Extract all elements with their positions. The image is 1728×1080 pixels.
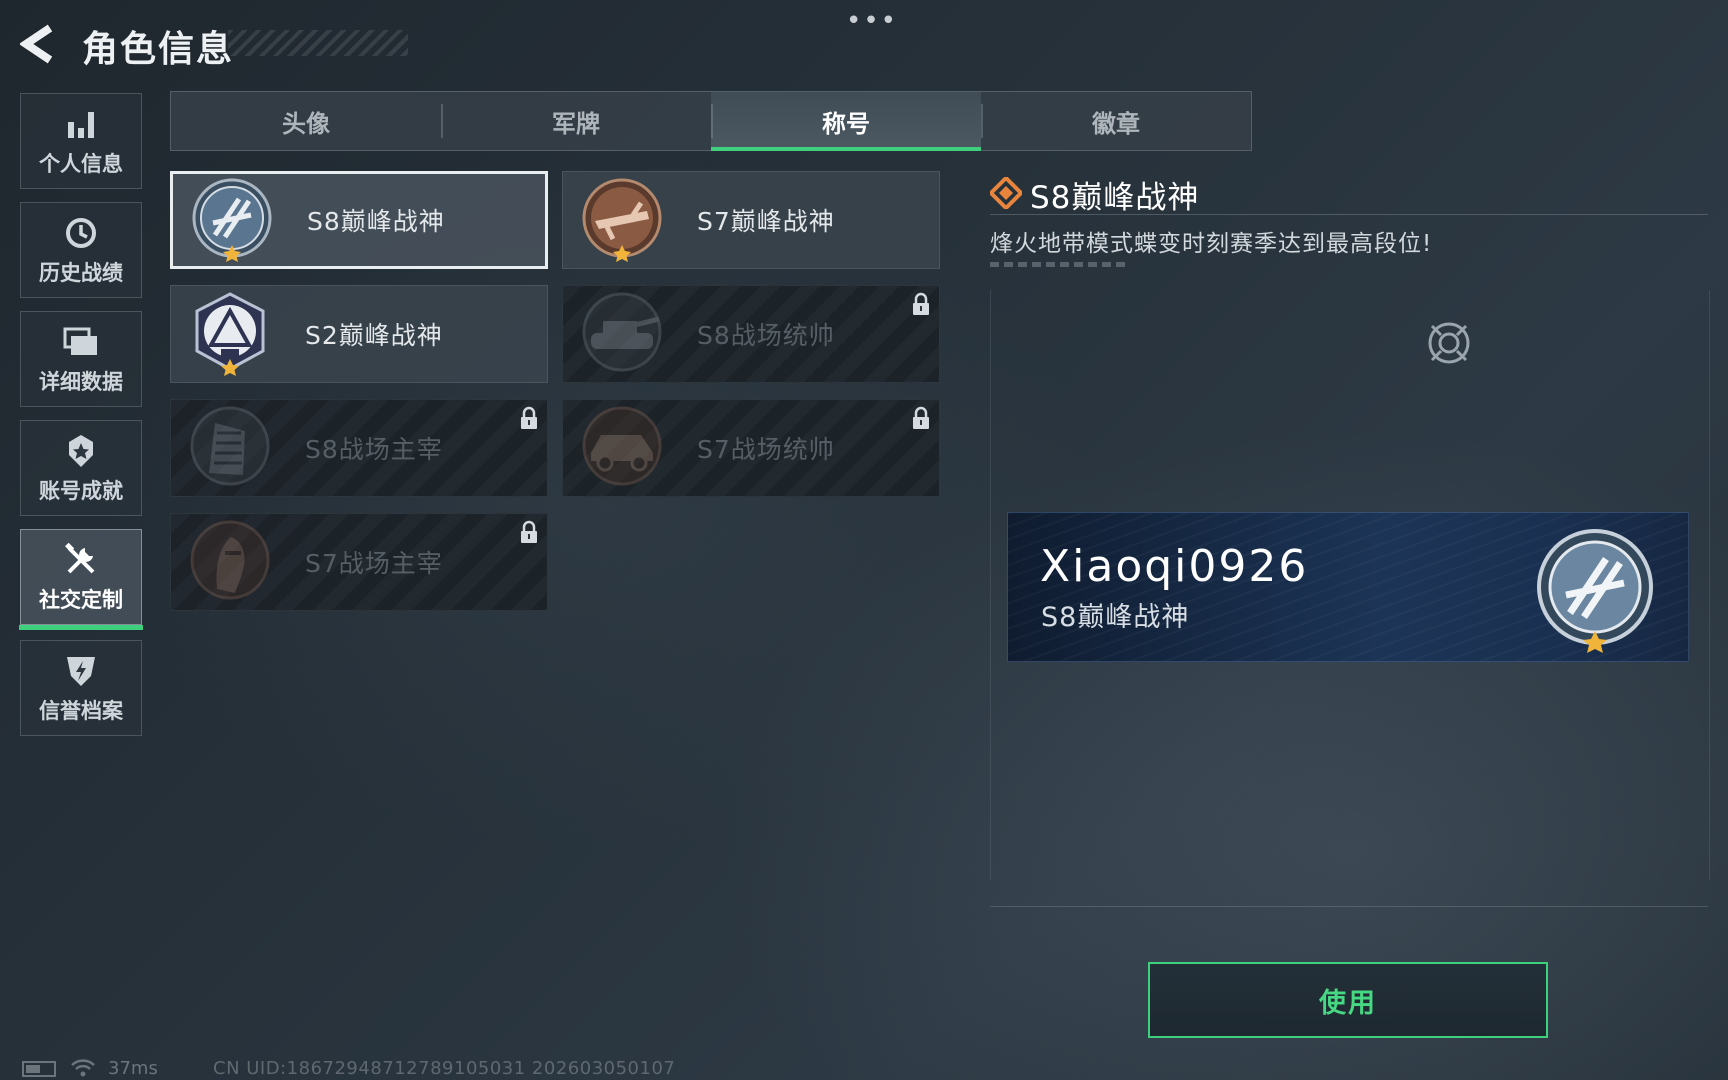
title-card-s2-peak[interactable]: S2巅峰战神 <box>170 285 548 383</box>
tank-emblem-icon <box>582 292 662 372</box>
sidebar-item-achievements[interactable]: 账号成就 <box>20 420 142 516</box>
armored-vehicle-emblem-icon <box>582 406 662 486</box>
tools-icon <box>63 540 99 580</box>
sidebar-item-social-custom[interactable]: 社交定制 <box>19 529 143 630</box>
title-name: S2巅峰战神 <box>305 321 443 350</box>
bar-chart-icon <box>65 104 97 144</box>
player-name-card-preview: Xiaoqi0926 S8巅峰战神 <box>1007 512 1689 662</box>
title-card-s7-peak[interactable]: S7巅峰战神 <box>562 171 940 269</box>
detail-title: S8巅峰战神 <box>1030 180 1200 216</box>
soldier-emblem-icon <box>190 520 270 600</box>
sidebar-item-label: 账号成就 <box>39 479 123 503</box>
sidebar-item-label: 社交定制 <box>39 588 123 612</box>
battery-icon <box>22 1061 56 1077</box>
sidebar-item-label: 信誉档案 <box>39 699 123 723</box>
title-decoration <box>228 30 408 56</box>
s8-peak-emblem-icon <box>192 178 272 262</box>
wifi-icon <box>71 1059 95 1077</box>
lock-icon <box>913 292 929 315</box>
ping-readout: 37ms <box>108 1058 158 1079</box>
use-button[interactable]: 使用 <box>1148 962 1548 1038</box>
title-name: S8巅峰战神 <box>307 207 445 236</box>
player-title: S8巅峰战神 <box>1041 602 1190 633</box>
sidebar-item-history[interactable]: 历史战绩 <box>20 202 142 298</box>
uid-readout: CN UID:18672948712789105031 202603050107 <box>213 1058 676 1079</box>
back-arrow-icon <box>20 24 53 64</box>
diamond-icon <box>990 177 1022 209</box>
sidebar-item-label: 历史战绩 <box>39 261 123 285</box>
title-name: S7战场统帅 <box>697 435 835 464</box>
s2-peak-emblem-icon <box>195 292 265 376</box>
folders-icon <box>63 322 99 362</box>
tab-avatar[interactable]: 头像 <box>171 92 441 150</box>
medal-icon <box>65 431 97 471</box>
lock-icon <box>521 406 537 429</box>
sidebar-item-detailed-data[interactable]: 详细数据 <box>20 311 142 407</box>
lock-icon <box>521 520 537 543</box>
back-button[interactable] <box>18 22 58 66</box>
history-clock-icon <box>64 213 98 253</box>
tab-title[interactable]: 称号 <box>711 92 981 151</box>
detail-divider <box>990 214 1708 215</box>
tab-badge[interactable]: 徽章 <box>981 92 1251 150</box>
sidebar-item-credit[interactable]: 信誉档案 <box>20 640 142 736</box>
s8-peak-emblem-icon <box>1537 529 1653 653</box>
page-title: 角色信息 <box>82 29 235 70</box>
view-target-icon[interactable] <box>1424 318 1474 368</box>
title-card-s8-commander[interactable]: S8战场统帅 <box>562 285 940 383</box>
more-options-button[interactable]: ••• <box>846 6 898 36</box>
sidebar-item-personal-info[interactable]: 个人信息 <box>20 93 142 189</box>
title-card-s7-dominator[interactable]: S7战场主宰 <box>170 513 548 611</box>
title-card-s8-peak[interactable]: S8巅峰战神 <box>170 171 548 269</box>
tab-dog-tag[interactable]: 军牌 <box>441 92 711 150</box>
detail-description: 烽火地带模式蝶变时刻赛季达到最高段位! <box>990 231 1433 257</box>
shield-icon <box>65 651 97 691</box>
tab-bar: 头像 军牌 称号 徽章 <box>170 91 1252 151</box>
s7-peak-emblem-icon <box>582 178 662 262</box>
player-name: Xiaoqi0926 <box>1040 541 1309 592</box>
title-name: S8战场主宰 <box>305 435 443 464</box>
title-name: S8战场统帅 <box>697 321 835 350</box>
sidebar-item-label: 详细数据 <box>39 370 123 394</box>
title-card-s8-dominator[interactable]: S8战场主宰 <box>170 399 548 497</box>
title-name: S7战场主宰 <box>305 549 443 578</box>
title-name: S7巅峰战神 <box>697 207 835 236</box>
detail-decoration-bar <box>990 262 1125 267</box>
building-emblem-icon <box>190 406 270 486</box>
title-card-s7-commander[interactable]: S7战场统帅 <box>562 399 940 497</box>
lock-icon <box>913 406 929 429</box>
preview-frame-bottom-line <box>990 906 1708 907</box>
sidebar-item-label: 个人信息 <box>39 152 123 176</box>
use-button-label: 使用 <box>1319 987 1377 1019</box>
